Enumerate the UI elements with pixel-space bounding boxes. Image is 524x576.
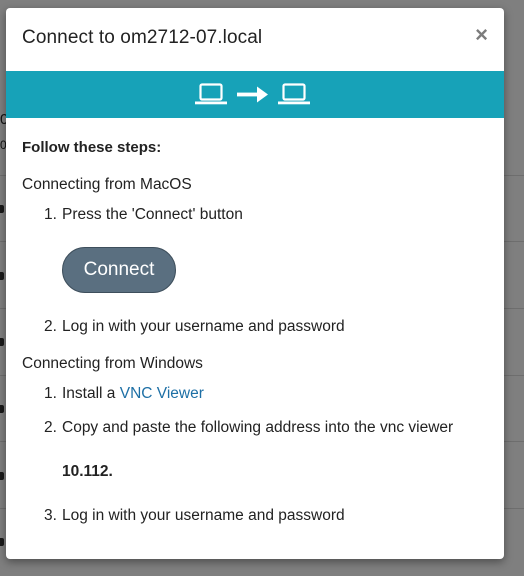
connect-button[interactable]: Connect <box>62 247 176 293</box>
steps-intro: Follow these steps: <box>22 139 162 156</box>
step-text: Log in with your username and password <box>62 318 345 335</box>
step-number: 1. <box>44 385 57 402</box>
windows-heading: Connecting from Windows <box>22 355 203 372</box>
vnc-viewer-link[interactable]: VNC Viewer <box>120 385 204 402</box>
windows-step-3: 3. Log in with your username and password <box>44 507 345 525</box>
step-number: 1. <box>44 206 57 223</box>
laptop-icon <box>278 83 310 105</box>
step-number: 2. <box>44 318 57 335</box>
step-number: 3. <box>44 507 57 524</box>
macos-step-2: 2. Log in with your username and password <box>44 318 345 336</box>
windows-step-2: 2. Copy and paste the following address i… <box>44 419 453 437</box>
laptop-icon <box>195 83 227 105</box>
step-number: 2. <box>44 419 57 436</box>
connection-banner <box>6 71 504 118</box>
macos-step-1: 1. Press the 'Connect' button <box>44 206 243 224</box>
step-text: Copy and paste the following address int… <box>62 419 454 436</box>
close-button[interactable]: × <box>475 24 488 46</box>
connect-dialog: Connect to om2712-07.local × Follow thes… <box>6 8 504 559</box>
dialog-title: Connect to om2712-07.local <box>22 27 263 48</box>
step-text: Press the 'Connect' button <box>62 206 243 223</box>
arrow-right-icon <box>237 86 268 103</box>
step-text: Log in with your username and password <box>62 507 345 524</box>
vnc-address[interactable]: 10.112. <box>62 463 113 481</box>
step-text: Install a <box>62 385 120 402</box>
dialog-header: Connect to om2712-07.local × <box>6 8 504 70</box>
windows-step-1: 1. Install a VNC Viewer <box>44 385 204 403</box>
macos-heading: Connecting from MacOS <box>22 176 192 193</box>
